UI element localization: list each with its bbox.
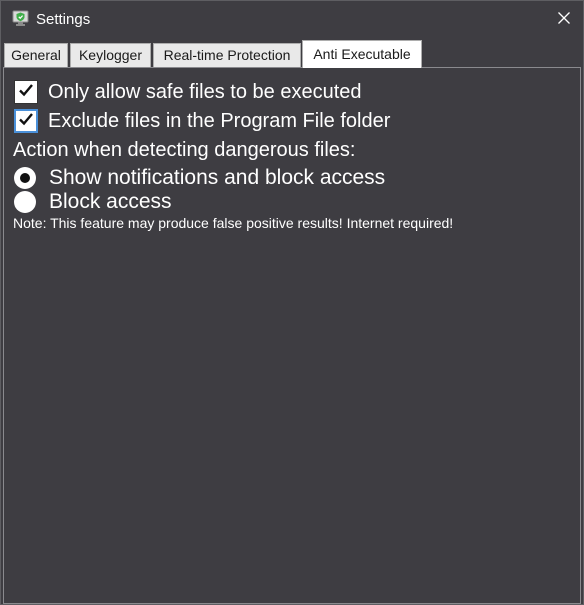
tab-anti-executable[interactable]: Anti Executable xyxy=(302,40,422,68)
settings-window: Settings General Keylogger Real-time Pro… xyxy=(0,0,584,605)
tab-real-time-protection[interactable]: Real-time Protection xyxy=(153,43,301,67)
safe-files-option[interactable]: Only allow safe files to be executed xyxy=(14,79,362,105)
notify-and-block-radio[interactable] xyxy=(14,167,36,189)
tab-keylogger[interactable]: Keylogger xyxy=(70,43,151,67)
checkmark-icon xyxy=(18,83,34,102)
note-text: Note: This feature may produce false pos… xyxy=(13,215,454,231)
safe-files-label: Only allow safe files to be executed xyxy=(48,80,362,103)
window-title: Settings xyxy=(36,11,91,28)
exclude-program-files-label: Exclude files in the Program File folder xyxy=(48,109,391,132)
anti-executable-panel: Only allow safe files to be executed Exc… xyxy=(3,67,581,604)
exclude-program-files-checkbox[interactable] xyxy=(14,109,38,133)
exclude-program-files-option[interactable]: Exclude files in the Program File folder xyxy=(14,108,390,134)
tab-general[interactable]: General xyxy=(4,43,68,67)
safe-files-checkbox[interactable] xyxy=(14,80,38,104)
tab-bar: General Keylogger Real-time Protection A… xyxy=(4,40,582,68)
notify-and-block-option[interactable]: Show notifications and block access xyxy=(14,165,385,191)
block-access-option[interactable]: Block access xyxy=(14,189,172,215)
radio-selected-dot xyxy=(20,173,30,183)
action-heading: Action when detecting dangerous files: xyxy=(13,139,356,161)
close-icon xyxy=(558,11,570,29)
close-button[interactable] xyxy=(545,1,583,39)
title-bar: Settings xyxy=(1,1,583,39)
shield-monitor-icon xyxy=(12,10,29,27)
notify-and-block-label: Show notifications and block access xyxy=(49,166,386,189)
block-access-radio[interactable] xyxy=(14,191,36,213)
checkmark-icon xyxy=(18,112,34,131)
block-access-label: Block access xyxy=(49,190,172,213)
